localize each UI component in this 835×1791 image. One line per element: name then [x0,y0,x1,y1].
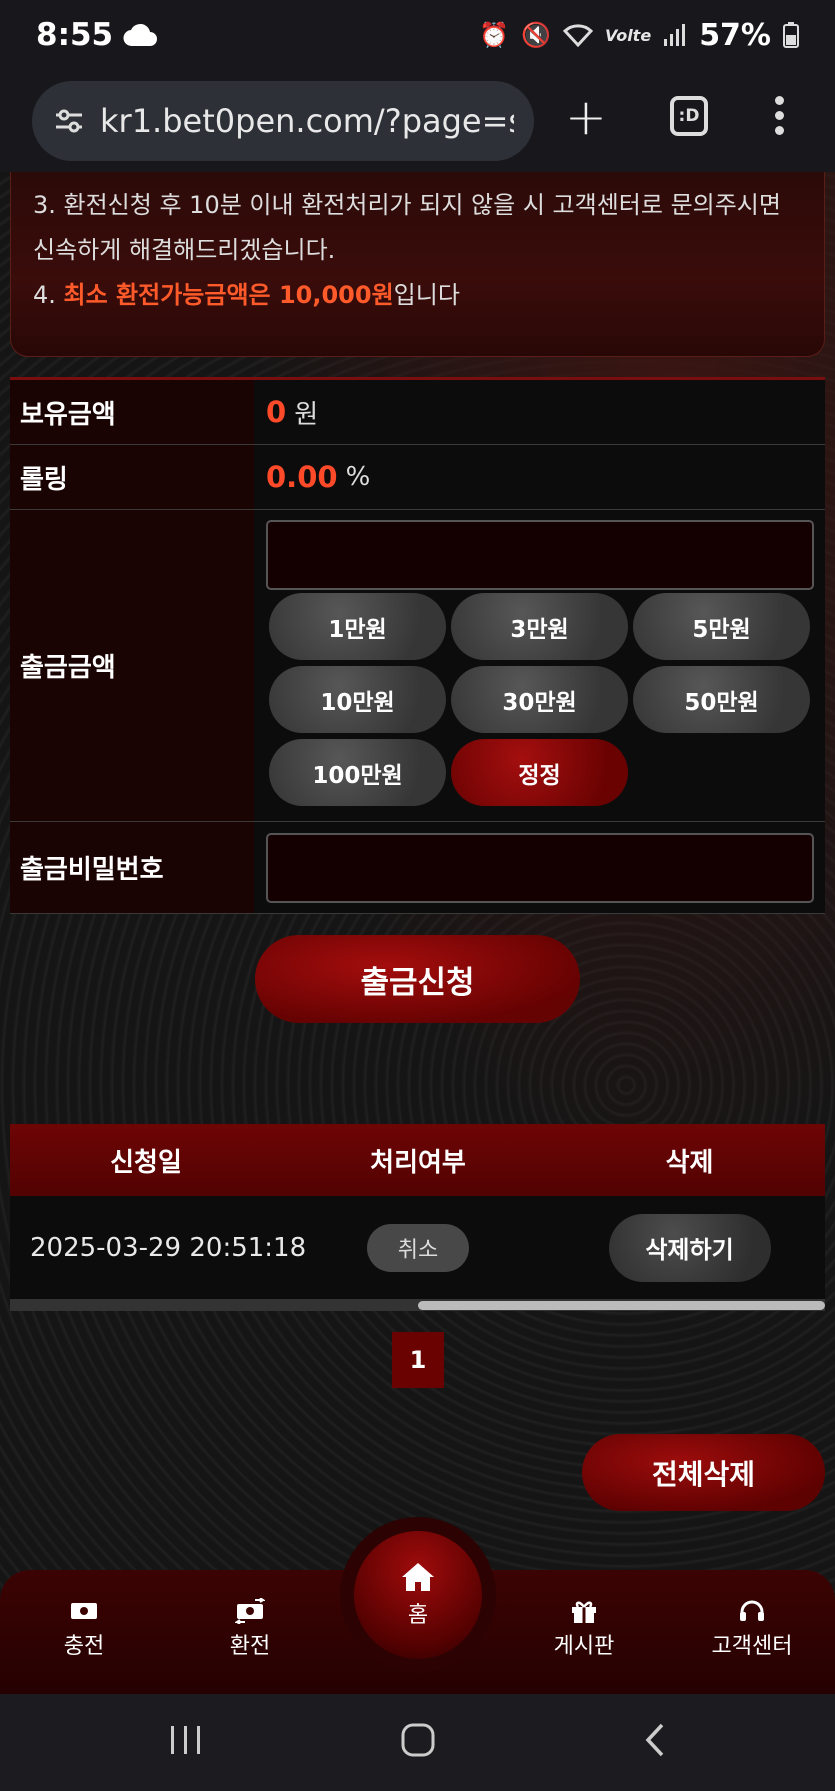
nav-exchange[interactable]: 환전 [190,1598,310,1660]
balance-label: 보유금액 [10,380,254,444]
battery-percent: 57% [699,17,771,53]
notice-minimum-amount: 최소 환전가능금액은 10,000원 [63,281,394,309]
wifi-icon [562,24,593,47]
headset-icon [740,1600,764,1621]
url-text[interactable]: kr1.bet0pen.com/?page=su [100,102,514,140]
table-row: 2025-03-29 20:51:18 취소 삭제하기 [10,1196,825,1299]
home-system-icon[interactable] [400,1722,436,1758]
notice-line-3: 3. 환전신청 후 10분 이내 환전처리가 되지 않을 시 고객센터로 문의주… [33,191,781,264]
chip-500k-button[interactable]: 50만원 [633,666,810,733]
chip-1m-button[interactable]: 100만원 [269,739,446,806]
balance-value-cell: 0 원 [254,380,825,444]
rolling-label: 롤링 [10,445,254,509]
system-nav-bar [0,1694,835,1791]
status-bar: 8:55 ⏰ 🔇 Volte 57% [0,0,835,70]
withdraw-form: 보유금액 0 원 롤링 0.00 % 출금금액 1만원 3만원 5만원 10만원 [10,377,825,914]
chip-50k-button[interactable]: 5만원 [633,593,810,660]
mute-icon: 🔇 [521,21,551,49]
chip-30k-button[interactable]: 3만원 [451,593,628,660]
status-icons: ⏰ 🔇 Volte 57% [479,18,799,53]
withdraw-password-input[interactable] [266,832,814,903]
nav-support[interactable]: 고객센터 [692,1598,812,1660]
status-time: 8:55 [36,17,114,53]
balance-value: 0 [266,395,287,429]
gift-icon [572,1601,596,1623]
page-1-button[interactable]: 1 [392,1332,444,1388]
nav-charge[interactable]: 충전 [24,1598,144,1660]
column-delete: 삭제 [665,1147,714,1178]
rolling-unit: % [345,462,371,492]
amount-row: 출금금액 1만원 3만원 5만원 10만원 30만원 50만원 100만원 정정 [10,510,825,822]
row-date: 2025-03-29 20:51:18 [30,1232,307,1263]
chip-10k-button[interactable]: 1만원 [269,593,446,660]
browser-toolbar: kr1.bet0pen.com/?page=su + :D [0,70,835,172]
delete-row-button[interactable]: 삭제하기 [608,1213,771,1282]
home-button-ring: 홈 [340,1517,496,1673]
reset-amount-button[interactable]: 정정 [451,739,628,806]
new-tab-plus-icon[interactable]: + [565,92,607,142]
balance-row: 보유금액 0 원 [10,380,825,445]
notice-line-4-suffix: 입니다 [393,281,460,309]
alarm-icon: ⏰ [479,21,510,49]
home-icon [402,1563,434,1591]
horizontal-scrollbar[interactable] [10,1299,825,1311]
password-row: 출금비밀번호 [10,822,825,914]
notice-line-4: 4. 최소 환전가능금액은 10,000원입니다 [33,273,802,318]
history-header: 신청일 처리여부 삭제 [10,1124,825,1196]
rolling-value: 0.00 [266,460,338,494]
nav-charge-label: 충전 [63,1634,105,1659]
nav-home[interactable]: 홈 [354,1531,482,1659]
back-icon[interactable] [638,1722,674,1758]
volte-icon: Volte [604,25,652,45]
chip-300k-button[interactable]: 30만원 [451,666,628,733]
nav-home-label: 홈 [407,1603,429,1628]
column-status: 처리여부 [370,1147,466,1178]
page-content: 3. 환전신청 후 10분 이내 환전처리가 되지 않을 시 고객센터로 문의주… [0,172,835,1694]
site-settings-icon[interactable] [52,104,86,138]
address-bar[interactable]: kr1.bet0pen.com/?page=su [32,81,534,161]
cash-exchange-icon [235,1598,265,1624]
withdraw-submit-button[interactable]: 출금신청 [255,935,580,1023]
balance-unit: 원 [294,399,319,430]
nav-board-label: 게시판 [553,1634,615,1659]
nav-support-label: 고객센터 [711,1634,793,1659]
row-action-cell: 삭제하기 [554,1213,825,1282]
column-date: 신청일 [110,1147,182,1178]
delete-all-button[interactable]: 전체삭제 [582,1434,825,1511]
nav-board[interactable]: 게시판 [524,1598,644,1660]
chip-100k-button[interactable]: 10만원 [269,666,446,733]
status-badge: 취소 [367,1223,469,1272]
password-cell [254,822,825,913]
scrollbar-thumb[interactable] [418,1301,825,1310]
status-time-group: 8:55 [36,17,158,53]
dex-mode-icon[interactable]: :D [670,96,708,136]
amount-cell: 1만원 3만원 5만원 10만원 30만원 50만원 100만원 정정 [254,510,825,821]
rolling-row: 롤링 0.00 % [10,445,825,510]
cash-icon [71,1603,97,1619]
battery-charging-icon [783,22,799,48]
cloud-icon [123,23,158,47]
more-menu-icon[interactable] [775,96,785,135]
amount-label: 출금금액 [10,510,254,821]
signal-icon [664,24,686,46]
row-status-cell: 취소 [282,1223,554,1272]
nav-exchange-label: 환전 [229,1634,271,1659]
notice-line-4-prefix: 4. [33,281,64,309]
amount-input[interactable] [266,520,814,590]
amount-chips: 1만원 3만원 5만원 10만원 30만원 50만원 100만원 정정 [269,593,810,806]
rolling-value-cell: 0.00 % [254,445,825,509]
notice-box: 3. 환전신청 후 10분 이내 환전처리가 되지 않을 시 고객센터로 문의주… [10,172,825,357]
history-table: 신청일 처리여부 삭제 2025-03-29 20:51:18 취소 삭제하기 [10,1124,825,1311]
recent-apps-icon[interactable] [168,1722,204,1758]
password-label: 출금비밀번호 [10,822,254,913]
